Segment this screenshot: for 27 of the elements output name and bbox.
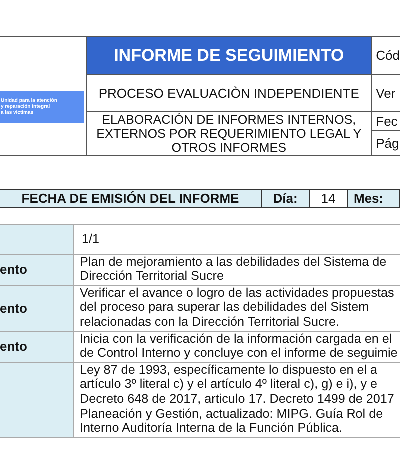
- month-label: Mes:: [354, 191, 384, 206]
- detail-text: 1/1: [82, 232, 101, 247]
- detail-text: Dirección Territorial Sucre: [80, 269, 225, 284]
- detail-text: Verificar el avance o logro de las actividades propuestas: [80, 286, 396, 300]
- detail-text: Inicia con la verificación de la información cargada en el: [80, 332, 394, 346]
- detail-text: de Control Interno y concluye con el informe de seguimie: [80, 346, 399, 361]
- label-cell: ento: [0, 332, 74, 362]
- process-name: PROCESO EVALUACIÒN INDEPENDIENTE: [98, 86, 360, 100]
- date-label: Fec: [376, 114, 398, 128]
- detail-text: artículo 3º literal c) y el artículo 4º literal c), g) e i), y e: [80, 377, 379, 392]
- label-cell: ento: [0, 286, 74, 331]
- detail-text: del proceso para superar las debilidades del Sistem: [80, 300, 370, 315]
- detail-text: Decreto 648 de 2017, articulo 17. Decreto 1499 de 2017: [80, 392, 396, 407]
- detail-text: Plan de mejoramiento a las debilidades del Sistema de: [80, 254, 388, 270]
- detail-text: Interno Auditoría Interna de la Función Pública.: [80, 421, 344, 436]
- procedure-name: ELABORACIÓN DE INFORMES INTERNOS, EXTERNOS POR REQUERIMIENTO LEGAL Y OTROS INFORMES: [96, 112, 363, 154]
- label-cell: ento: [0, 254, 74, 285]
- code-label: Cód: [376, 48, 400, 63]
- detail-text: Planeación y Gestión, actualizado: MIPG. Guía Rol de: [80, 406, 384, 422]
- report-title: INFORME DE SEGUIMIENTO: [87, 37, 372, 75]
- version-label: Ver: [376, 86, 396, 100]
- page-label: Pág: [376, 136, 400, 150]
- detail-text: relacionadas con la Dirección Territorial Sucre.: [80, 314, 340, 330]
- day-label: Día:: [273, 191, 298, 206]
- detail-text: Ley 87 de 1993, específicamente lo dispuesto en el a: [80, 362, 379, 378]
- day-value: 14: [321, 191, 336, 206]
- issue-date-label: FECHA DE EMISIÓN DEL INFORME: [22, 191, 240, 206]
